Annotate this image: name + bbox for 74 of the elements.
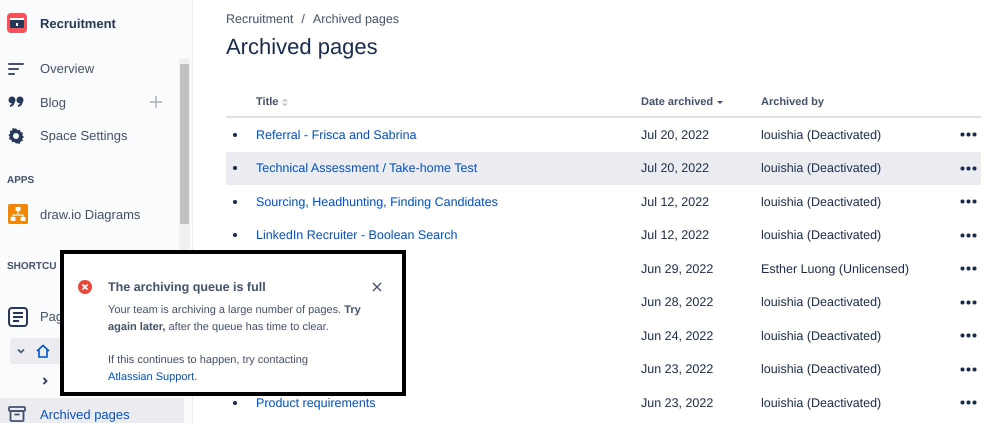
- flag-title: The archiving queue is full: [108, 280, 266, 294]
- bullet-icon: [233, 400, 237, 405]
- flag-message: Your team is archiving a large number of pages. Try again later, after the queue has time to clear.: [108, 303, 362, 335]
- bullet-icon: [233, 200, 237, 204]
- breadcrumb-link[interactable]: Recruitment: [226, 12, 294, 26]
- column-header[interactable]: Title: [256, 96, 641, 108]
- sidebar-item[interactable]: draw.io Diagrams: [0, 198, 192, 231]
- more-icon[interactable]: [960, 266, 977, 272]
- column-header[interactable]: Archived by: [761, 96, 941, 108]
- bullet-icon: [233, 132, 237, 137]
- table-row[interactable]: Product requirements Jun 23, 2022 louishia (Deactivated): [226, 386, 981, 420]
- column-header[interactable]: Date archived: [641, 96, 761, 108]
- more-icon[interactable]: [960, 333, 977, 338]
- sort-icon: [282, 98, 288, 106]
- more-icon[interactable]: [960, 199, 977, 204]
- more-icon[interactable]: [960, 366, 977, 372]
- document-icon: [8, 306, 28, 327]
- bullet-icon: [233, 166, 237, 170]
- table-cell-text: louishia (Deactivated): [761, 362, 882, 376]
- table-row[interactable]: Sourcing, Headhunting, Finding Candidates Jul 12, 2022 louishia (Deactivated): [226, 185, 981, 218]
- close-icon[interactable]: [372, 282, 382, 292]
- table-cell-text: louishia (Deactivated): [761, 396, 882, 410]
- page-link[interactable]: LinkedIn Recruiter - Boolean Search: [256, 228, 458, 242]
- table-cell-text: Jul 12, 2022: [641, 194, 710, 209]
- page-link[interactable]: Technical Assessment / Take-home Test: [256, 161, 478, 176]
- more-icon[interactable]: [960, 300, 977, 305]
- chevron-icon[interactable]: [40, 376, 50, 386]
- sidebar-item[interactable]: Space Settings: [0, 119, 192, 152]
- table-cell-text: louishia (Deactivated): [761, 228, 882, 242]
- more-icon[interactable]: [960, 400, 977, 406]
- table-row[interactable]: LinkedIn Recruiter - Boolean Search Jul 12, 2022 louishia (Deactivated): [226, 218, 981, 252]
- page-link[interactable]: Sourcing, Headhunting, Finding Candidates: [256, 194, 498, 209]
- breadcrumb-separator: /: [301, 12, 305, 26]
- section-heading: APPS: [6, 174, 36, 186]
- page-link[interactable]: Referral - Frisca and Sabrina: [256, 128, 416, 142]
- more-icon[interactable]: [960, 166, 977, 171]
- table-row[interactable]: Referral - Frisca and Sabrina Jul 20, 2022 louishia (Deactivated): [226, 118, 981, 152]
- settings-icon: [8, 128, 24, 144]
- lines-icon: [8, 62, 24, 76]
- table-row[interactable]: Technical Assessment / Take-home Test Jul 20, 2022 louishia (Deactivated): [226, 152, 981, 185]
- breadcrumb-link[interactable]: Archived pages: [312, 12, 400, 26]
- more-icon[interactable]: [960, 232, 977, 238]
- sidebar-item[interactable]: Archived pages: [0, 398, 184, 423]
- table-cell-text: Jul 20, 2022: [641, 161, 710, 176]
- sidebar-item[interactable]: Overview: [0, 52, 192, 86]
- table-cell-text: louishia (Deactivated): [761, 161, 882, 176]
- table-cell-text: Jun 23, 2022: [641, 396, 714, 410]
- support-link[interactable]: Atlassian Support: [108, 371, 194, 383]
- section-heading: SHORTCU: [6, 261, 58, 272]
- table-cell-text: Jun 24, 2022: [641, 328, 714, 343]
- space-name[interactable]: Recruitment: [40, 16, 116, 30]
- table-cell-text: Jun 28, 2022: [641, 295, 714, 310]
- table-cell-text: louishia (Deactivated): [761, 328, 882, 343]
- table-cell-text: Jul 20, 2022: [641, 128, 710, 142]
- table-cell-text: louishia (Deactivated): [761, 295, 882, 310]
- more-icon[interactable]: [960, 132, 977, 138]
- table-cell-text: louishia (Deactivated): [761, 194, 882, 209]
- error-icon: [78, 280, 92, 294]
- table-cell-text: Jul 12, 2022: [641, 228, 710, 242]
- quote-icon: [8, 96, 24, 108]
- table-cell-text: Jun 23, 2022: [641, 362, 714, 376]
- archive-icon: [8, 406, 26, 422]
- home-icon: [36, 344, 50, 358]
- table-cell-text: louishia (Deactivated): [761, 128, 882, 142]
- table-cell-text: Jun 29, 2022: [641, 262, 714, 276]
- space-logo-icon: [7, 13, 27, 33]
- page-link[interactable]: Product requirements: [256, 396, 376, 410]
- bullet-icon: [233, 233, 237, 238]
- diagram-icon: [8, 204, 28, 224]
- page-title: Archived pages: [226, 34, 379, 60]
- sidebar-item[interactable]: Blog: [0, 86, 192, 119]
- table-cell-text: Esther Luong (Unlicensed): [761, 262, 910, 276]
- sort-descending-icon: [717, 99, 724, 105]
- flag-help-text: If this continues to happen, try contacting Atlassian Support.: [108, 353, 309, 385]
